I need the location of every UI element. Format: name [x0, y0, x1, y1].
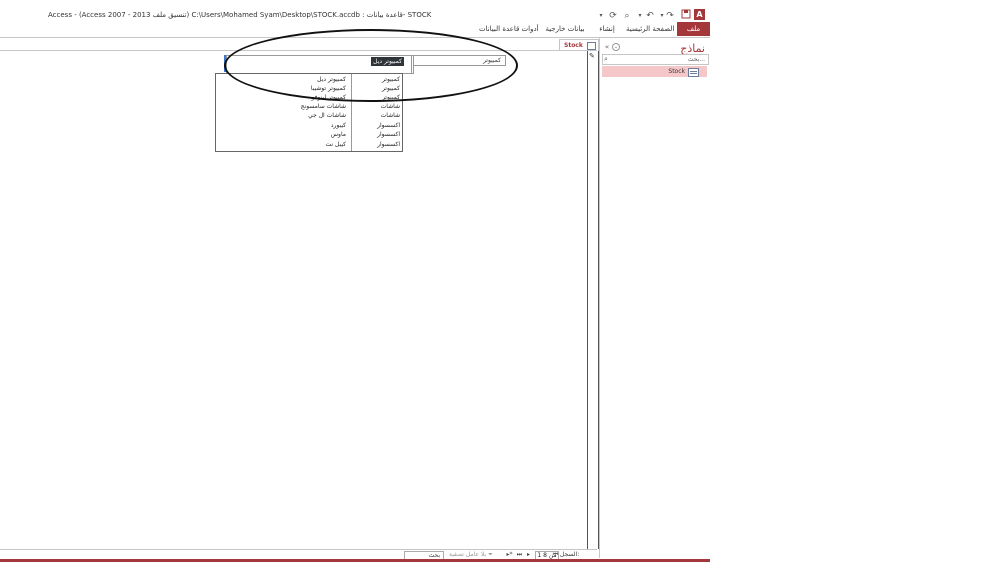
- list-item[interactable]: شاشات شاشات ال جي: [216, 111, 402, 120]
- tab-file[interactable]: ملف: [677, 22, 710, 36]
- navigation-pane: نماذج « ⌄ بحث... ⌕ Stock: [599, 38, 710, 558]
- redo-dropdown-icon[interactable]: ▾: [656, 9, 668, 23]
- customize-qat-icon[interactable]: ▾: [595, 9, 607, 23]
- list-item-category: شاشات: [380, 103, 400, 110]
- list-item-category: اكسسوار: [377, 141, 400, 148]
- list-item[interactable]: اكسسوار كيبورد: [216, 121, 402, 130]
- undo-dropdown-icon[interactable]: ▾: [634, 9, 646, 23]
- form-icon: [587, 42, 596, 50]
- nav-item-label: Stock: [668, 68, 685, 75]
- list-item[interactable]: اكسسوار كيبل نت: [216, 140, 402, 149]
- window-title: Access - (Access 2007 - 2013 تنسيق ملف) …: [48, 11, 432, 19]
- list-item[interactable]: اكسسوار ماوس: [216, 130, 402, 139]
- nav-search-placeholder: بحث...: [687, 56, 705, 63]
- list-item-name: ماوس: [330, 131, 346, 138]
- access-window: Access - (Access 2007 - 2013 تنسيق ملف) …: [0, 0, 710, 562]
- access-logo: A: [694, 9, 705, 20]
- list-item-category: اكسسوار: [377, 122, 400, 129]
- new-record-icon[interactable]: ▸*: [506, 551, 513, 559]
- list-item-category: شاشات: [380, 112, 400, 119]
- list-item-category: اكسسوار: [377, 131, 400, 138]
- save-icon-glyph: [681, 9, 691, 19]
- nav-item-stock-form[interactable]: Stock: [602, 66, 707, 77]
- form-icon: [688, 68, 699, 77]
- annotation-ellipse: [224, 29, 518, 102]
- list-item-name: شاشات ال جي: [308, 112, 346, 119]
- filter-icon: ⏷: [488, 551, 493, 558]
- record-pencil-icon: ✎: [589, 52, 595, 60]
- collapse-pane-icon[interactable]: «: [603, 43, 611, 51]
- list-item-name: كيبورد: [330, 122, 346, 129]
- last-record-icon[interactable]: ⏭: [516, 551, 523, 559]
- blank-area: [710, 0, 1000, 562]
- tab-database-tools[interactable]: أدوات قاعدة البيانات: [479, 22, 539, 36]
- search-icon: ⌕: [604, 55, 608, 63]
- list-item[interactable]: شاشات شاشات سامسونج: [216, 102, 402, 111]
- tab-create[interactable]: إنشاء: [594, 22, 620, 36]
- list-item-name: شاشات سامسونج: [300, 103, 346, 110]
- nav-menu-icon[interactable]: ⌄: [612, 43, 620, 51]
- tab-home[interactable]: الصفحة الرئيسية: [626, 22, 674, 36]
- tab-external-data[interactable]: بيانات خارجية: [541, 22, 589, 36]
- save-icon[interactable]: [680, 9, 692, 23]
- list-item-name: كيبل نت: [325, 141, 347, 148]
- nav-search-input[interactable]: بحث... ⌕: [602, 54, 709, 65]
- record-selector-bar[interactable]: [587, 51, 599, 549]
- next-record-icon[interactable]: ▸: [525, 551, 532, 559]
- print-preview-icon[interactable]: ⌕: [621, 9, 633, 23]
- record-search-label: بحث: [428, 552, 440, 559]
- sync-icon[interactable]: ⟳: [607, 9, 619, 23]
